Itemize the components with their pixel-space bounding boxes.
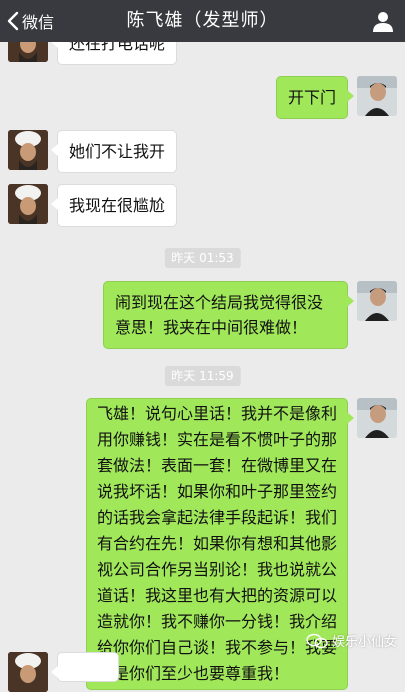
my-avatar[interactable]	[357, 76, 397, 116]
chat-title: 陈飞雄（发型师）	[126, 10, 279, 31]
message-text: 开下门	[287, 88, 336, 107]
chevron-left-icon	[7, 11, 19, 31]
contact-avatar[interactable]	[8, 130, 48, 170]
message-text: 闹到现在这个结局我觉得很没意思！我夹在中间很难做！	[115, 293, 324, 337]
message-bubble[interactable]	[51, 652, 119, 682]
message-bubble[interactable]: 我现在很尴尬	[50, 184, 178, 227]
person-icon	[373, 12, 393, 32]
message-text: 她们不让我开	[69, 142, 166, 161]
watermark: 娱乐小仙女	[306, 631, 397, 650]
message-bubble[interactable]: 闹到现在这个结局我觉得很没意思！我夹在中间很难做！	[103, 281, 354, 349]
timestamp: 昨天 11:59	[164, 366, 241, 386]
message-text: 飞雄！说句心里话！我并不是像利用你赚钱！实在是看不惯叶子的那套做法！表面一套！在…	[97, 404, 338, 683]
profile-button[interactable]	[371, 9, 395, 33]
chat-area[interactable]: 还在打电话呢 开下门 她们不让我开 我现在很尴尬 昨天 01:53 闹到现在这个…	[0, 0, 405, 692]
chat-bubbles-icon	[306, 633, 328, 648]
message-bubble[interactable]: 开下门	[275, 76, 355, 119]
watermark-text: 娱乐小仙女	[331, 635, 397, 650]
my-avatar[interactable]	[357, 281, 397, 321]
back-button[interactable]: 微信	[0, 0, 54, 42]
message-text: 我现在很尴尬	[69, 196, 166, 215]
nav-bar: 微信 陈飞雄（发型师）	[0, 0, 405, 42]
contact-avatar[interactable]	[8, 652, 48, 692]
message-bubble[interactable]: 她们不让我开	[50, 130, 178, 173]
back-label: 微信	[22, 13, 55, 32]
timestamp: 昨天 01:53	[164, 248, 241, 268]
contact-avatar[interactable]	[8, 184, 48, 224]
my-avatar[interactable]	[357, 398, 397, 438]
